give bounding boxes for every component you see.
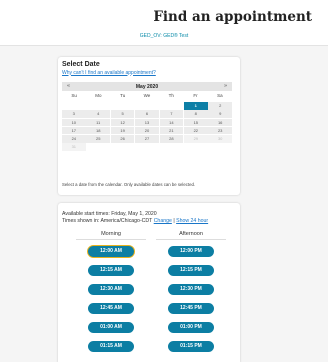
calendar-day[interactable]: 9 bbox=[208, 110, 232, 118]
calendar-empty-cell bbox=[86, 102, 110, 110]
calendar-day[interactable]: 16 bbox=[208, 118, 232, 127]
afternoon-time-slot-button[interactable]: 12:45 PM bbox=[168, 303, 214, 314]
calendar-weekdays: Su Mo Tu We Th Fr Sa bbox=[62, 91, 232, 100]
calendar-empty-cell bbox=[111, 102, 135, 110]
calendar-day: 31 bbox=[62, 143, 86, 151]
calendar-day[interactable]: 11 bbox=[86, 118, 110, 127]
calendar-empty-cell bbox=[86, 143, 110, 151]
calendar-day[interactable]: 13 bbox=[135, 118, 159, 127]
calendar-empty-cell bbox=[160, 102, 184, 110]
timezone-line: Times shown in: America/Chicago-CDT Chan… bbox=[62, 218, 208, 224]
morning-time-slot-button[interactable]: 01:15 AM bbox=[88, 341, 134, 352]
calendar-month-label: May 2020 bbox=[135, 83, 159, 90]
morning-column-header: Morning bbox=[76, 231, 146, 240]
calendar-header: « May 2020 » bbox=[62, 82, 232, 91]
show-24-hour-link[interactable]: Show 24 hour bbox=[176, 218, 208, 224]
calendar-day[interactable]: 7 bbox=[159, 110, 184, 118]
calendar-empty-cell bbox=[160, 143, 184, 151]
calendar-empty-cell bbox=[62, 102, 86, 110]
weekday-label: Tu bbox=[120, 93, 126, 98]
afternoon-time-slot-button[interactable]: 12:00 PM bbox=[168, 246, 214, 257]
calendar-day[interactable]: 26 bbox=[110, 135, 135, 143]
select-date-title: Select Date bbox=[62, 61, 100, 68]
afternoon-time-slot-button[interactable]: 01:15 PM bbox=[168, 341, 214, 352]
calendar-empty-cell bbox=[184, 143, 208, 151]
calendar-day[interactable]: 3 bbox=[62, 110, 86, 118]
calendar-day[interactable]: 21 bbox=[159, 126, 184, 135]
calendar-empty-cell bbox=[111, 143, 135, 151]
calendar-day[interactable]: 2 bbox=[208, 102, 232, 110]
calendar-day: 29 bbox=[183, 135, 208, 143]
calendar-day[interactable]: 17 bbox=[62, 126, 86, 135]
calendar-empty-cell bbox=[135, 143, 159, 151]
afternoon-time-slot-button[interactable]: 12:15 PM bbox=[168, 265, 214, 276]
afternoon-time-slot-button[interactable]: 01:00 PM bbox=[168, 322, 214, 333]
weekday-label: Fr bbox=[193, 93, 198, 98]
calendar-day[interactable]: 19 bbox=[110, 126, 135, 135]
afternoon-time-slot-button[interactable]: 12:30 PM bbox=[168, 284, 214, 295]
morning-time-slot-button[interactable]: 12:00 AM bbox=[88, 246, 134, 257]
calendar-day[interactable]: 6 bbox=[135, 110, 159, 118]
timezone-text: Times shown in: America/Chicago-CDT bbox=[62, 218, 153, 224]
select-date-card: Select Date Why can't I find an availabl… bbox=[58, 57, 240, 195]
weekday-label: We bbox=[143, 93, 151, 98]
calendar-day[interactable]: 12 bbox=[110, 118, 135, 127]
afternoon-column-header: Afternoon bbox=[156, 231, 226, 240]
morning-time-slot-button[interactable]: 12:30 AM bbox=[88, 284, 134, 295]
next-month-icon[interactable]: » bbox=[224, 83, 227, 89]
calendar-day[interactable]: 4 bbox=[86, 110, 110, 118]
exam-name: GED_OV: GED® Test bbox=[139, 33, 189, 39]
calendar-day[interactable]: 23 bbox=[208, 126, 232, 135]
weekday-label: Mo bbox=[95, 93, 102, 98]
page-header: Find an appointment GED_OV: GED® Test bbox=[0, 0, 328, 46]
calendar-day[interactable]: 18 bbox=[86, 126, 110, 135]
calendar-day[interactable]: 27 bbox=[135, 135, 159, 143]
weekday-label: Su bbox=[71, 93, 77, 98]
calendar-day[interactable]: 25 bbox=[86, 135, 110, 143]
calendar-day[interactable]: 14 bbox=[159, 118, 184, 127]
calendar-day[interactable]: 10 bbox=[62, 118, 86, 127]
morning-time-slot-button[interactable]: 12:15 AM bbox=[88, 265, 134, 276]
weekday-label: Sa bbox=[217, 93, 223, 98]
calendar-day[interactable]: 28 bbox=[159, 135, 184, 143]
start-times-card: Available start times: Friday, May 1, 20… bbox=[58, 203, 240, 362]
calendar-day-selected[interactable]: 1 bbox=[183, 102, 208, 110]
calendar-day[interactable]: 22 bbox=[183, 126, 208, 135]
cant-find-appointment-link[interactable]: Why can't I find an available appointmen… bbox=[62, 70, 156, 76]
weekday-label: Th bbox=[168, 93, 174, 98]
change-timezone-link[interactable]: Change bbox=[154, 218, 172, 224]
calendar-instruction: Select a date from the calendar. Only av… bbox=[62, 182, 196, 187]
calendar-day[interactable]: 24 bbox=[62, 135, 86, 143]
calendar-day: 30 bbox=[208, 135, 232, 143]
calendar-grid: 1 2 3 4 5 6 7 8 9 10 11 12 13 14 15 16 17 18 19 20 21 22 23 24 2… bbox=[62, 102, 232, 151]
calendar-empty-cell bbox=[208, 143, 232, 151]
calendar-day[interactable]: 20 bbox=[135, 126, 159, 135]
calendar-day[interactable]: 15 bbox=[183, 118, 208, 127]
calendar-empty-cell bbox=[135, 102, 159, 110]
available-times-label: Available start times: Friday, May 1, 20… bbox=[62, 211, 157, 217]
calendar-day[interactable]: 8 bbox=[183, 110, 208, 118]
link-separator: | bbox=[173, 218, 175, 224]
calendar-day[interactable]: 5 bbox=[110, 110, 135, 118]
morning-time-slot-button[interactable]: 12:45 AM bbox=[88, 303, 134, 314]
morning-time-slot-button[interactable]: 01:00 AM bbox=[88, 322, 134, 333]
page-title: Find an appointment bbox=[153, 9, 312, 25]
